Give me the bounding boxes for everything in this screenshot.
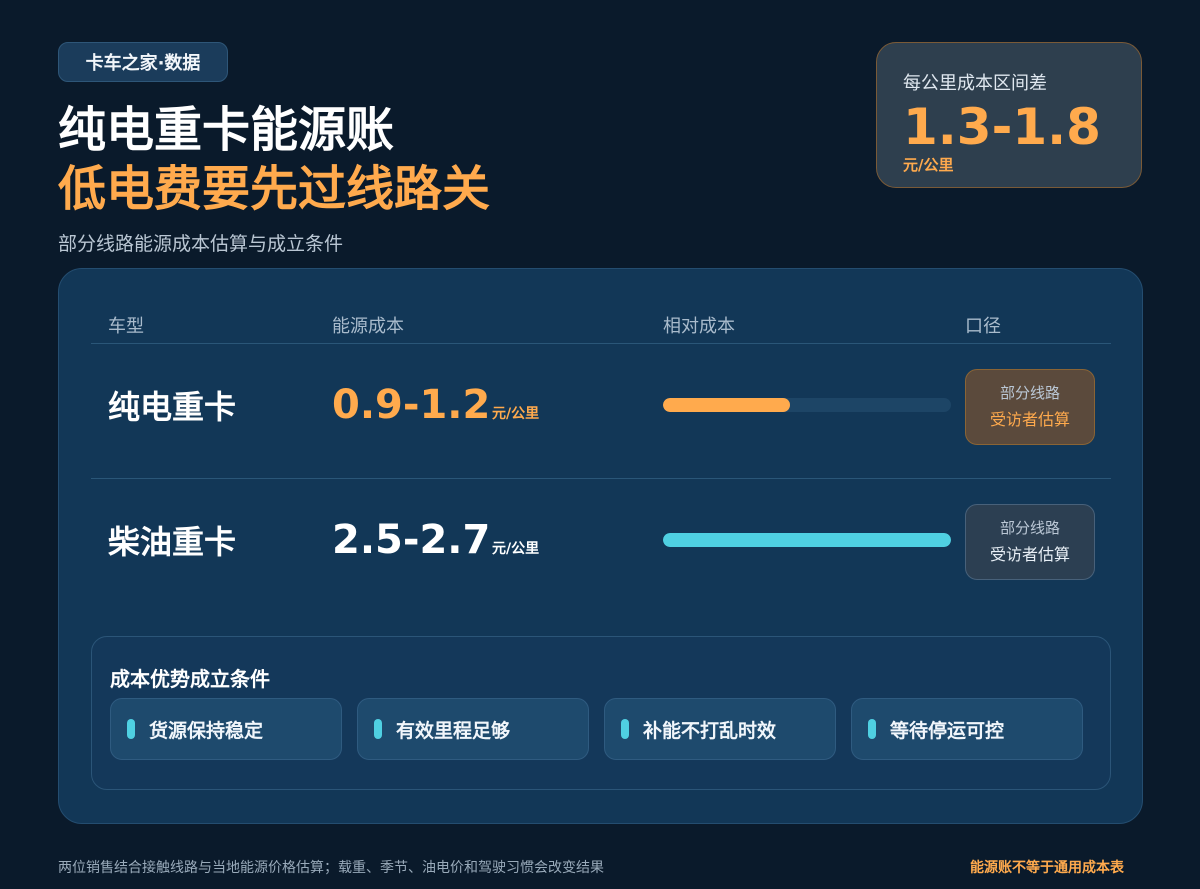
condition-label: 补能不打乱时效 — [643, 719, 777, 742]
range-label: 每公里成本区间差 — [903, 73, 1047, 94]
header-energy-cost: 能源成本 — [332, 316, 404, 337]
chip-marker-icon — [127, 719, 135, 739]
scope-route: 部分线路 — [999, 519, 1060, 537]
range-summary-card: 每公里成本区间差 1.3-1.8 元/公里 — [876, 42, 1142, 188]
energy-cost-unit: 元/公里 — [492, 541, 540, 557]
footer-tag: 能源账不等于通用成本表 — [970, 860, 1124, 876]
relative-cost-bar — [663, 398, 951, 412]
energy-cost-value: 0.9-1.2 — [332, 382, 491, 428]
chip-marker-icon — [621, 719, 629, 739]
table-row: 纯电重卡 0.9-1.2 元/公里 部分线路 受访者估算 — [91, 343, 1111, 479]
header-scope: 口径 — [965, 316, 1001, 337]
relative-cost-fill — [663, 533, 951, 547]
conditions-title: 成本优势成立条件 — [110, 667, 270, 691]
scope-source: 受访者估算 — [989, 410, 1070, 429]
table-row: 柴油重卡 2.5-2.7 元/公里 部分线路 受访者估算 — [91, 478, 1111, 613]
condition-chip: 有效里程足够 — [357, 698, 589, 760]
scope-route: 部分线路 — [999, 384, 1060, 402]
condition-label: 等待停运可控 — [890, 719, 1005, 742]
relative-cost-bar — [663, 533, 951, 547]
scope-badge: 部分线路 受访者估算 — [965, 504, 1095, 580]
chip-marker-icon — [374, 719, 382, 739]
condition-label: 货源保持稳定 — [149, 719, 264, 742]
relative-cost-fill — [663, 398, 790, 412]
scope-badge: 部分线路 受访者估算 — [965, 369, 1095, 445]
page-title-highlight: 低电费要先过线路关 — [58, 161, 491, 217]
header-relative-cost: 相对成本 — [663, 316, 735, 337]
range-value: 1.3-1.8 — [903, 98, 1101, 156]
conditions-list: 货源保持稳定 有效里程足够 补能不打乱时效 等待停运可控 — [110, 698, 1083, 762]
brand-badge: 卡车之家·数据 — [58, 42, 228, 82]
scope-source: 受访者估算 — [989, 545, 1070, 564]
page-title: 纯电重卡能源账 — [58, 102, 395, 158]
condition-chip: 补能不打乱时效 — [604, 698, 836, 760]
vehicle-type: 纯电重卡 — [108, 388, 237, 426]
header-vehicle-type: 车型 — [108, 316, 144, 337]
range-unit: 元/公里 — [903, 155, 954, 174]
chip-marker-icon — [868, 719, 876, 739]
cost-comparison-card: 车型 能源成本 相对成本 口径 纯电重卡 0.9-1.2 元/公里 部分线路 受… — [58, 268, 1143, 824]
table-header: 车型 能源成本 相对成本 口径 — [91, 309, 1111, 344]
page-subtitle: 部分线路能源成本估算与成立条件 — [58, 233, 344, 255]
condition-label: 有效里程足够 — [396, 719, 511, 742]
energy-cost-value: 2.5-2.7 — [332, 517, 491, 563]
energy-cost-unit: 元/公里 — [492, 406, 540, 422]
footer-note: 两位销售结合接触线路与当地能源价格估算；载重、季节、油电价和驾驶习惯会改变结果 — [58, 860, 604, 876]
conditions-panel: 成本优势成立条件 货源保持稳定 有效里程足够 补能不打乱时效 等待停运可控 — [91, 636, 1111, 790]
condition-chip: 等待停运可控 — [851, 698, 1083, 760]
condition-chip: 货源保持稳定 — [110, 698, 342, 760]
vehicle-type: 柴油重卡 — [108, 523, 237, 561]
